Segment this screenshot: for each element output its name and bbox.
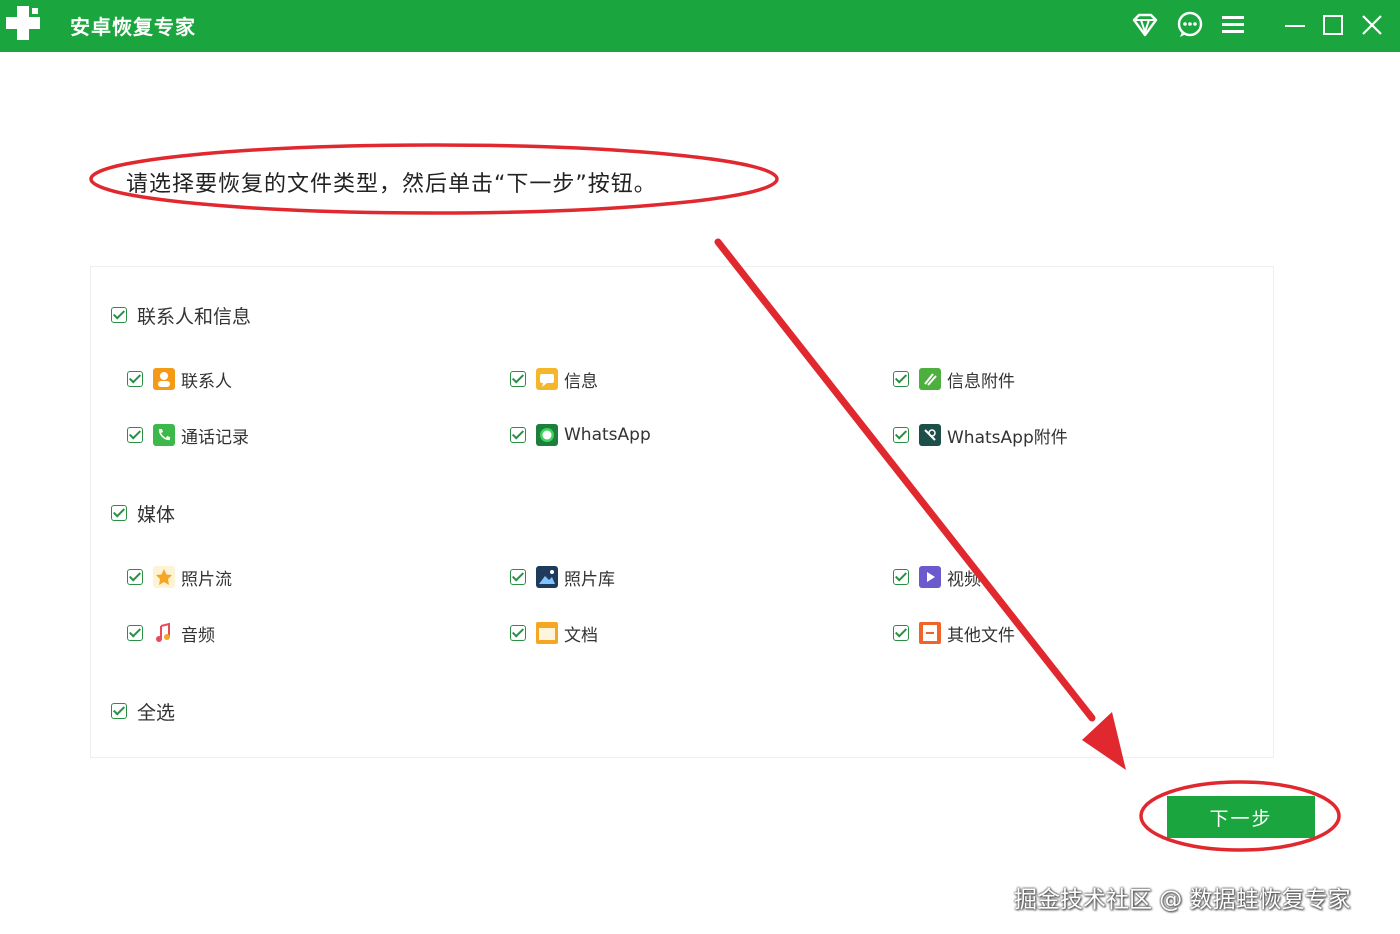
photo-library-icon (536, 566, 558, 588)
app-logo-icon (4, 4, 42, 42)
annotation-ellipse-instruction (89, 143, 779, 215)
item-checkbox[interactable] (510, 427, 526, 443)
item-checkbox[interactable] (510, 625, 526, 641)
item-label: 通话记录 (181, 427, 249, 448)
document-icon (536, 622, 558, 644)
item-photo-library[interactable]: 照片库 (510, 564, 615, 590)
select-all-row[interactable]: 全选 (111, 698, 175, 724)
item-audio[interactable]: 音频 (127, 620, 215, 646)
group-label: 媒体 (137, 503, 176, 526)
item-label: 信息附件 (947, 371, 1015, 392)
item-label: 照片库 (564, 569, 615, 590)
item-label: 信息 (564, 371, 598, 392)
item-contacts[interactable]: 联系人 (127, 366, 232, 392)
menu-icon[interactable] (1218, 10, 1248, 40)
phone-icon (153, 424, 175, 446)
message-icon (536, 368, 558, 390)
item-checkbox[interactable] (127, 625, 143, 641)
item-call-log[interactable]: 通话记录 (127, 422, 249, 448)
item-checkbox[interactable] (893, 427, 909, 443)
item-label: 音频 (181, 625, 215, 646)
app-title: 安卓恢复专家 (70, 15, 196, 39)
group-contacts-checkbox[interactable] (111, 307, 127, 323)
group-media-checkbox[interactable] (111, 505, 127, 521)
item-messages[interactable]: 信息 (510, 366, 598, 392)
photo-stream-icon (153, 566, 175, 588)
item-checkbox[interactable] (127, 569, 143, 585)
item-label: 视频 (947, 569, 981, 590)
item-whatsapp-attachments[interactable]: WhatsApp附件 (893, 422, 1068, 448)
audio-icon (153, 622, 175, 644)
group-media[interactable]: 媒体 (111, 500, 175, 526)
item-label: 联系人 (181, 371, 232, 392)
minimize-icon[interactable] (1280, 10, 1310, 40)
item-label: WhatsApp附件 (947, 427, 1068, 448)
whatsapp-attachment-icon (919, 424, 941, 446)
message-attachment-icon (919, 368, 941, 390)
app-window: 安卓恢复专家 请选择要恢复的文件类型，然后单击“下一步”按钮。 联系人和信息 联… (0, 0, 1400, 934)
item-checkbox[interactable] (893, 625, 909, 641)
select-all-label: 全选 (137, 701, 176, 724)
title-bar[interactable]: 安卓恢复专家 (0, 0, 1400, 52)
item-label: 其他文件 (947, 625, 1015, 646)
item-checkbox[interactable] (510, 569, 526, 585)
group-contacts-messages[interactable]: 联系人和信息 (111, 302, 251, 328)
item-other-files[interactable]: 其他文件 (893, 620, 1015, 646)
annotation-ellipse-next (1139, 780, 1341, 852)
item-checkbox[interactable] (127, 427, 143, 443)
item-checkbox[interactable] (893, 569, 909, 585)
item-photo-stream[interactable]: 照片流 (127, 564, 232, 590)
item-whatsapp[interactable]: WhatsApp (510, 422, 651, 448)
watermark-text: 掘金技术社区 @ 数据蛙恢复专家 (1014, 887, 1351, 913)
item-documents[interactable]: 文档 (510, 620, 598, 646)
group-label: 联系人和信息 (137, 305, 252, 328)
item-checkbox[interactable] (893, 371, 909, 387)
close-icon[interactable] (1357, 10, 1387, 40)
contacts-icon (153, 368, 175, 390)
item-checkbox[interactable] (127, 371, 143, 387)
item-message-attachments[interactable]: 信息附件 (893, 366, 1015, 392)
select-all-checkbox[interactable] (111, 703, 127, 719)
item-label: 照片流 (181, 569, 232, 590)
item-label: WhatsApp (564, 425, 651, 445)
whatsapp-icon (536, 424, 558, 446)
maximize-icon[interactable] (1318, 10, 1348, 40)
other-files-icon (919, 622, 941, 644)
gem-icon[interactable] (1130, 10, 1160, 40)
video-icon (919, 566, 941, 588)
chat-icon[interactable] (1175, 10, 1205, 40)
file-type-panel: 联系人和信息 联系人 信息 信息附件 通话记录 WhatsApp WhatsAp… (90, 266, 1274, 758)
item-checkbox[interactable] (510, 371, 526, 387)
item-label: 文档 (564, 625, 598, 646)
item-video[interactable]: 视频 (893, 564, 981, 590)
